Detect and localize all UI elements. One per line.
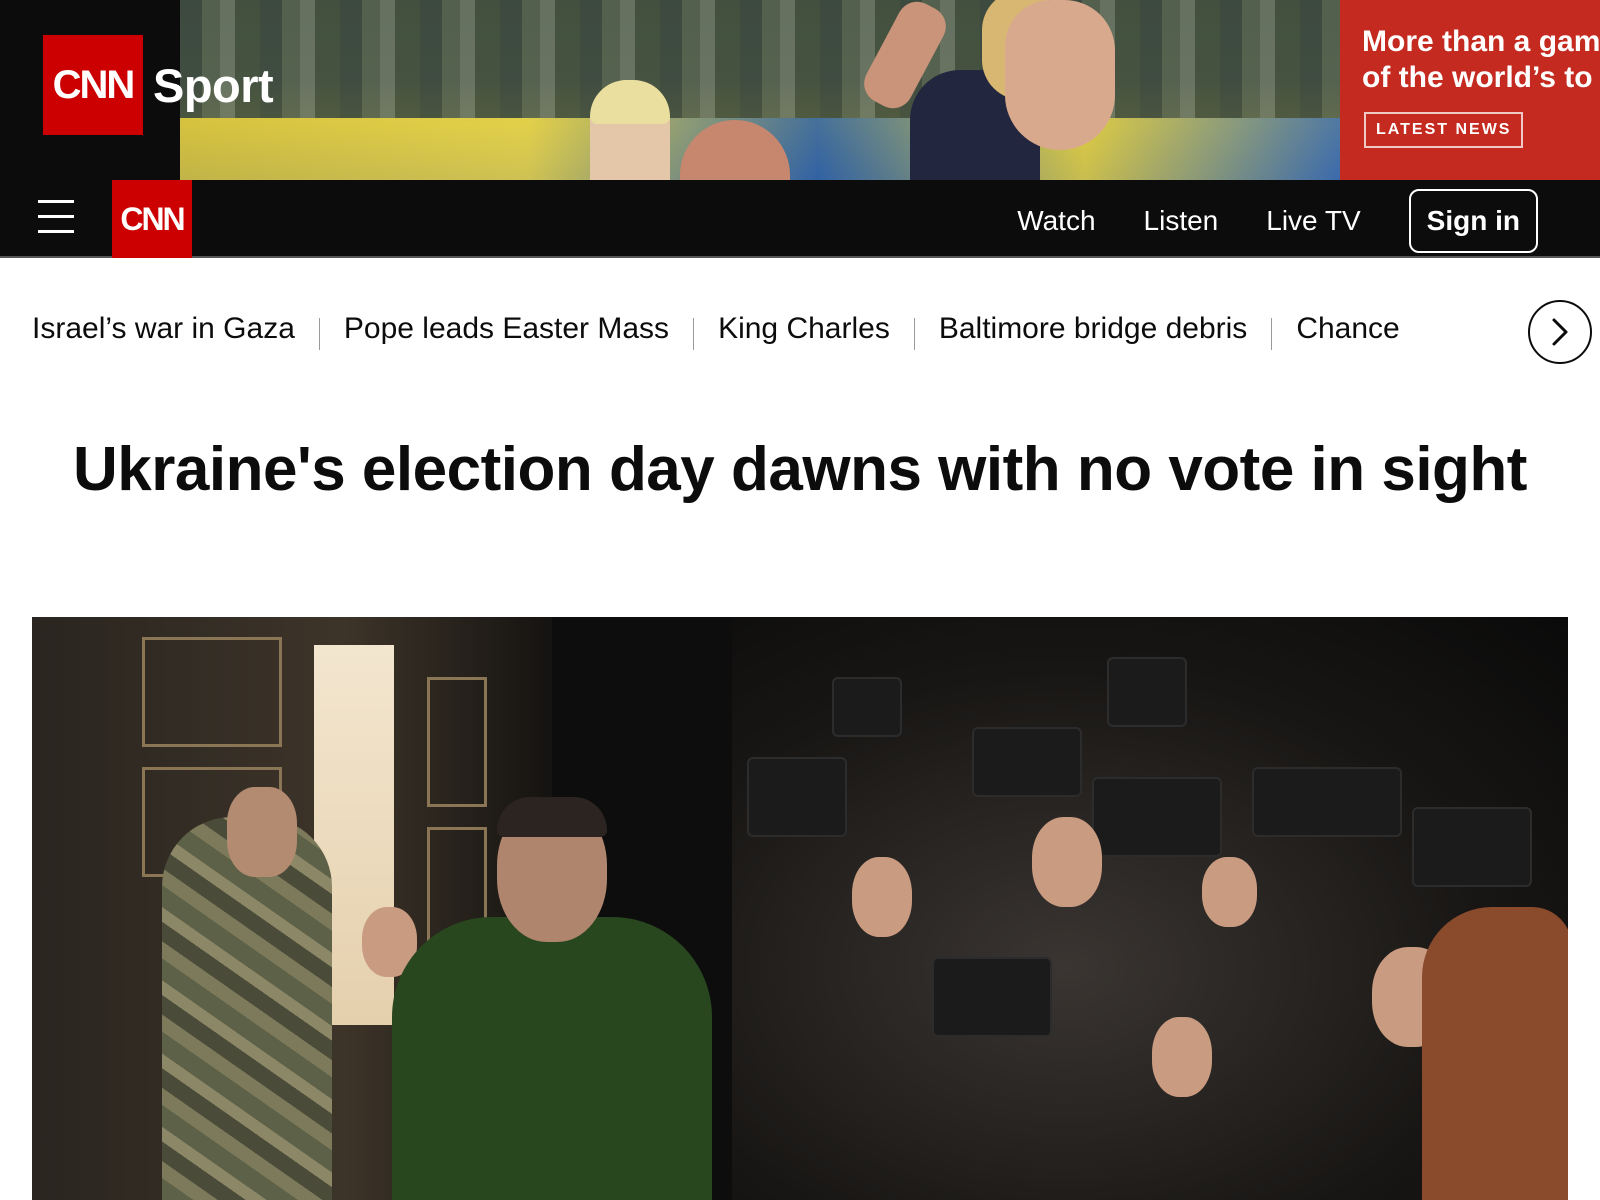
ad-image — [180, 0, 1340, 180]
chevron-right-icon[interactable] — [1528, 300, 1592, 364]
ad-banner[interactable]: CNN Sport More than a game of the world’… — [0, 0, 1600, 180]
main-navbar: CNN Watch Listen Live TV Sign in — [0, 180, 1600, 258]
trending-item-baltimore[interactable]: Baltimore bridge debris — [939, 312, 1247, 346]
trending-list: Israel’s war in Gaza Pope leads Easter Ma… — [32, 312, 1512, 350]
nav-link-listen[interactable]: Listen — [1144, 205, 1219, 237]
separator — [693, 317, 695, 350]
ad-headline: More than a game of the world’s to — [1362, 25, 1600, 94]
ad-promo-panel[interactable]: More than a game of the world’s to LATES… — [1340, 0, 1600, 180]
trending-item-king-charles[interactable]: King Charles — [718, 312, 890, 346]
trending-item-gaza[interactable]: Israel’s war in Gaza — [32, 312, 295, 346]
sign-in-button[interactable]: Sign in — [1408, 189, 1538, 253]
cnn-logo-box: CNN — [43, 35, 143, 135]
separator — [1271, 317, 1273, 350]
separator — [913, 317, 915, 350]
article-headline[interactable]: Ukraine's election day dawns with no vot… — [60, 432, 1540, 508]
cnn-sport-logo: CNN Sport — [43, 35, 274, 135]
nav-link-live-tv[interactable]: Live TV — [1266, 205, 1360, 237]
hamburger-icon[interactable] — [38, 200, 74, 234]
nav-link-watch[interactable]: Watch — [1017, 205, 1095, 237]
hero-image[interactable] — [32, 617, 1568, 1200]
cnn-logo[interactable]: CNN — [112, 180, 192, 258]
sport-label: Sport — [153, 58, 274, 112]
nav-links: Watch Listen Live TV Sign in — [1017, 189, 1538, 253]
separator — [318, 317, 320, 350]
trending-item-chance[interactable]: Chance — [1296, 312, 1399, 346]
trending-item-pope[interactable]: Pope leads Easter Mass — [344, 312, 669, 346]
latest-news-button[interactable]: LATEST NEWS — [1364, 112, 1524, 148]
trending-bar: Israel’s war in Gaza Pope leads Easter Ma… — [32, 300, 1592, 366]
